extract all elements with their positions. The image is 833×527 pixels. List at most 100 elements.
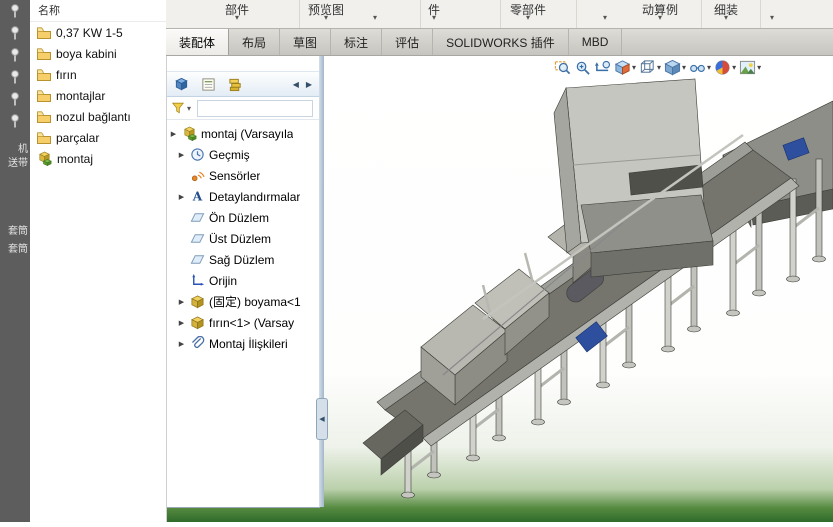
ribbon-separator [576, 0, 577, 28]
tab-item-4[interactable]: 评估 [382, 29, 434, 55]
appearance-button[interactable]: ▾ [714, 59, 736, 76]
mates-icon [190, 336, 205, 351]
tree-item-sens-rler[interactable]: Sensörler [166, 165, 319, 186]
section-view-button[interactable]: ▾ [614, 59, 636, 76]
pin-icon[interactable] [0, 44, 30, 66]
scroll-left-icon[interactable]: ◀ [293, 80, 299, 89]
tab-item-2[interactable]: 草图 [280, 29, 332, 55]
filter-funnel-icon[interactable] [171, 101, 185, 115]
ribbon-separator [701, 0, 702, 28]
pin-icon[interactable] [0, 66, 30, 88]
dropdown-caret-icon[interactable]: ▾ [757, 63, 761, 72]
expand-arrow-icon[interactable]: ▶ [177, 151, 186, 159]
dropdown-caret-icon[interactable]: ▾ [324, 13, 328, 22]
dropdown-caret-icon[interactable]: ▾ [724, 13, 728, 22]
property-manager-tab[interactable] [201, 77, 216, 92]
hide-show-button[interactable]: ▾ [689, 59, 711, 76]
tab-solidworks[interactable]: SOLIDWORKS 插件 [433, 29, 569, 55]
tree-item-boyama-1[interactable]: ▶ (固定) boyama<1 [166, 291, 319, 312]
ribbon-separator [760, 0, 761, 28]
pin-icon[interactable] [0, 88, 30, 110]
tree-item-n-d-zlem[interactable]: Ön Düzlem [166, 207, 319, 228]
dropdown-caret-icon[interactable]: ▾ [732, 63, 736, 72]
dropdown-caret-icon[interactable]: ▾ [657, 63, 661, 72]
scroll-right-icon[interactable]: ▶ [306, 80, 312, 89]
tree-filter[interactable]: ▾ [166, 97, 319, 120]
filter-caret-icon[interactable]: ▾ [187, 104, 191, 113]
tree-item-label: Montaj İlişkileri [209, 336, 288, 351]
tree-item-label: Detaylandırmalar [209, 189, 301, 204]
scene-icon [739, 59, 756, 76]
view-orientation-button[interactable]: ▾ [639, 59, 661, 76]
file-browser-panel: 名称 0,37 KW 1-5 boya kabini fırın montajlar n… [30, 0, 167, 522]
file-item-montajlar[interactable]: montajlar [30, 85, 166, 106]
display-style-button[interactable]: ▾ [664, 59, 686, 76]
tree-item-detayland-rmalar[interactable]: ▶ A Detaylandırmalar [166, 186, 319, 207]
tree-item-orijin[interactable]: Orijin [166, 270, 319, 291]
expand-arrow-icon[interactable]: ▶ [177, 298, 186, 306]
dock-tab-label[interactable]: 套筒 [8, 222, 28, 237]
feature-tree: ▶ montaj (Varsayıla ▶ Geçmiş Sensörler ▶ A Deta… [166, 120, 319, 507]
dropdown-caret-icon[interactable]: ▾ [432, 13, 436, 22]
file-item-label: parçalar [56, 130, 100, 145]
dropdown-caret-icon[interactable]: ▾ [658, 13, 662, 22]
tree-item-st-d-zlem[interactable]: Üst Düzlem [166, 228, 319, 249]
dock-tab-label[interactable]: 套筒 [8, 240, 28, 255]
sensors-icon [190, 168, 205, 183]
part-icon [190, 315, 205, 330]
folder-icon [37, 26, 51, 39]
file-item-par-alar[interactable]: parçalar [30, 127, 166, 148]
tree-item-montaj-varsay-la[interactable]: ▶ montaj (Varsayıla [166, 123, 319, 144]
dropdown-caret-icon[interactable]: ▾ [235, 13, 239, 22]
tree-item-label: Üst Düzlem [209, 231, 272, 246]
dock-tab-label[interactable]: 送带 [8, 154, 28, 169]
file-item-0-37-kw-1-5[interactable]: 0,37 KW 1-5 [30, 22, 166, 43]
expand-arrow-icon[interactable]: ▶ [169, 130, 178, 138]
ribbon-tabs: 装配体 布局 草图 标注 评估 SOLIDWORKS 插件 MBD [166, 28, 833, 55]
dropdown-caret-icon[interactable]: ▾ [682, 63, 686, 72]
tab-item-3[interactable]: 标注 [331, 29, 383, 55]
file-item-montaj[interactable]: montaj [30, 148, 166, 169]
filter-input[interactable] [197, 99, 313, 117]
zoom-area-button[interactable] [574, 59, 591, 76]
previous-view-button[interactable] [594, 59, 611, 76]
dropdown-caret-icon[interactable]: ▾ [632, 63, 636, 72]
tree-item-sa-d-zlem[interactable]: Sağ Düzlem [166, 249, 319, 270]
tab-item-1[interactable]: 布局 [229, 29, 281, 55]
zoom-fit-icon [554, 59, 571, 76]
pin-icon[interactable] [0, 22, 30, 44]
display-style-icon [664, 59, 681, 76]
zoom-area-icon [574, 59, 591, 76]
tree-item-ge-mi[interactable]: ▶ Geçmiş [166, 144, 319, 165]
file-item-label: fırın [56, 67, 77, 82]
scene-button[interactable]: ▾ [739, 59, 761, 76]
dock-tab-label[interactable]: 机 [18, 140, 28, 155]
dropdown-caret-icon[interactable]: ▾ [603, 13, 607, 22]
pin-icon[interactable] [0, 0, 30, 22]
tree-item-f-r-n-1-varsay[interactable]: ▶ fırın<1> (Varsay [166, 312, 319, 333]
feature-manager-tab[interactable] [174, 77, 189, 92]
dropdown-caret-icon[interactable]: ▾ [707, 63, 711, 72]
panel-collapse-button[interactable]: ◀ [316, 398, 328, 440]
ribbon-buttons-row: 部件 ▾ 预览图 ▾ 件 ▾ 零部件 ▾ 动算例 ▾ 细装 ▾ ▾ ▾ ▾ [166, 0, 833, 28]
file-item-f-r-n[interactable]: fırın [30, 64, 166, 85]
tab-item-0[interactable]: 装配体 [166, 29, 230, 55]
file-item-boya-kabini[interactable]: boya kabini [30, 43, 166, 64]
expand-arrow-icon[interactable]: ▶ [177, 193, 186, 201]
expand-arrow-icon[interactable]: ▶ [177, 340, 186, 348]
dropdown-caret-icon[interactable]: ▾ [373, 13, 377, 22]
tree-item-label: fırın<1> (Varsay [209, 315, 295, 330]
dropdown-caret-icon[interactable]: ▾ [770, 13, 774, 22]
file-item-nozul-ba-lant[interactable]: nozul bağlantı [30, 106, 166, 127]
expand-arrow-icon[interactable]: ▶ [177, 319, 186, 327]
configuration-manager-tab[interactable] [228, 77, 243, 92]
tree-item-label: Sağ Düzlem [209, 252, 275, 267]
file-item-label: boya kabini [56, 46, 117, 61]
command-manager: 部件 ▾ 预览图 ▾ 件 ▾ 零部件 ▾ 动算例 ▾ 细装 ▾ ▾ ▾ ▾ 装配体 布局 草图 标注 评估 SOLID… [166, 0, 833, 56]
tree-item-montaj-i-li-kileri[interactable]: ▶ Montaj İlişkileri [166, 333, 319, 354]
tab-mbd[interactable]: MBD [569, 29, 623, 55]
dropdown-caret-icon[interactable]: ▾ [526, 13, 530, 22]
zoom-fit-button[interactable] [554, 59, 571, 76]
panel-spacer [166, 55, 319, 71]
pin-icon[interactable] [0, 110, 30, 132]
